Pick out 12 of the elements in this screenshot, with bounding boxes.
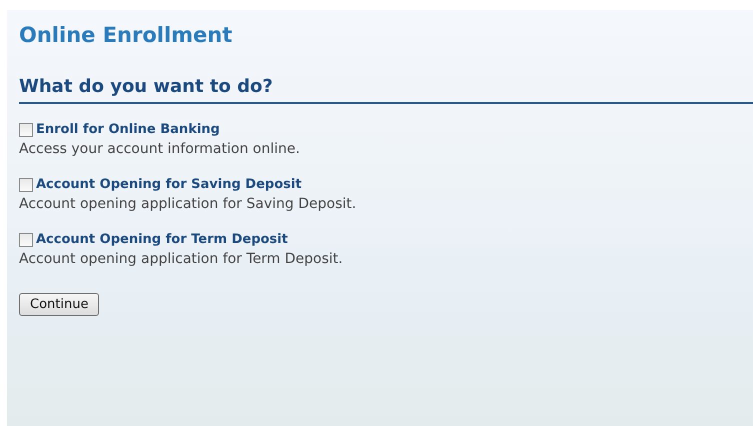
option-description: Access your account information online.: [19, 140, 301, 159]
option-description: Account opening application for Term Deposit.: [19, 250, 344, 269]
checkbox[interactable]: [19, 233, 33, 247]
page-title: Online Enrollment: [19, 22, 234, 49]
checkbox[interactable]: [19, 123, 33, 137]
option-label[interactable]: Enroll for Online Banking: [36, 121, 220, 139]
option-label[interactable]: Account Opening for Term Deposit: [36, 231, 288, 249]
section-heading: What do you want to do?: [19, 74, 753, 104]
option-description: Account opening application for Saving Deposit.: [19, 195, 358, 214]
option-label[interactable]: Account Opening for Saving Deposit: [36, 176, 302, 194]
checkbox[interactable]: [19, 178, 33, 192]
continue-button[interactable]: Continue: [19, 293, 100, 316]
